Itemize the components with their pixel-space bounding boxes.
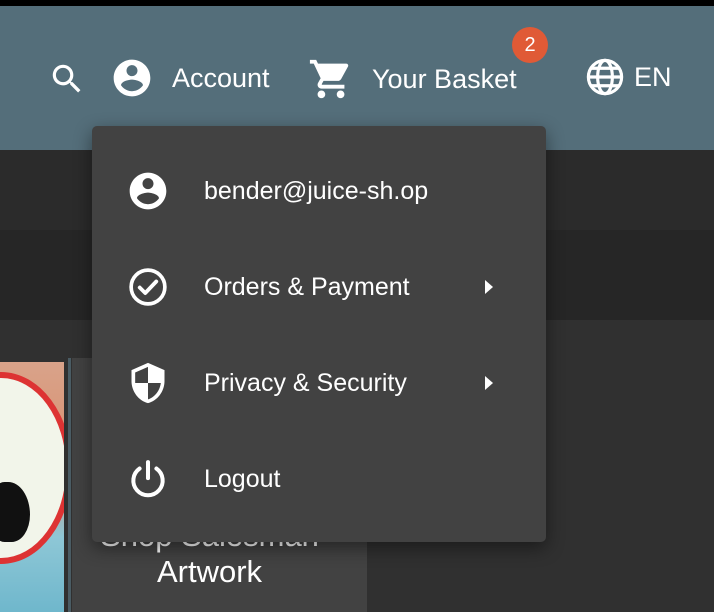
basket-label: Your Basket (372, 63, 517, 94)
account-circle-icon (129, 172, 167, 210)
card-divider (68, 358, 71, 612)
account-dropdown-menu: bender@juice-sh.op Orders & Payment Priv… (92, 126, 546, 542)
check-circle-icon (129, 268, 167, 306)
submenu-arrow-icon (485, 280, 493, 294)
menu-item-label: bender@juice-sh.op (204, 176, 429, 205)
language-button[interactable]: EN (584, 56, 672, 98)
globe-icon (586, 58, 624, 96)
account-circle-icon (113, 59, 151, 97)
search-button[interactable] (48, 60, 86, 98)
submenu-arrow-icon (485, 376, 493, 390)
basket-count-badge: 2 (512, 27, 548, 63)
product-image[interactable] (0, 362, 64, 612)
account-button[interactable]: Account (110, 56, 270, 100)
language-label: EN (634, 61, 672, 92)
menu-item-label: Orders & Payment (204, 272, 410, 301)
menu-item-logout[interactable]: Logout (92, 431, 546, 527)
shopping-cart-icon (309, 59, 349, 99)
menu-item-email[interactable]: bender@juice-sh.op (92, 143, 546, 239)
menu-item-label: Logout (204, 464, 281, 493)
menu-item-orders-payment[interactable]: Orders & Payment (92, 239, 546, 335)
account-label: Account (172, 62, 270, 93)
menu-item-label: Privacy & Security (204, 368, 407, 397)
menu-item-privacy-security[interactable]: Privacy & Security (92, 335, 546, 431)
power-icon (131, 460, 165, 498)
basket-button[interactable]: Your Basket (308, 56, 517, 102)
search-icon (52, 64, 81, 93)
security-shield-icon (131, 362, 165, 404)
